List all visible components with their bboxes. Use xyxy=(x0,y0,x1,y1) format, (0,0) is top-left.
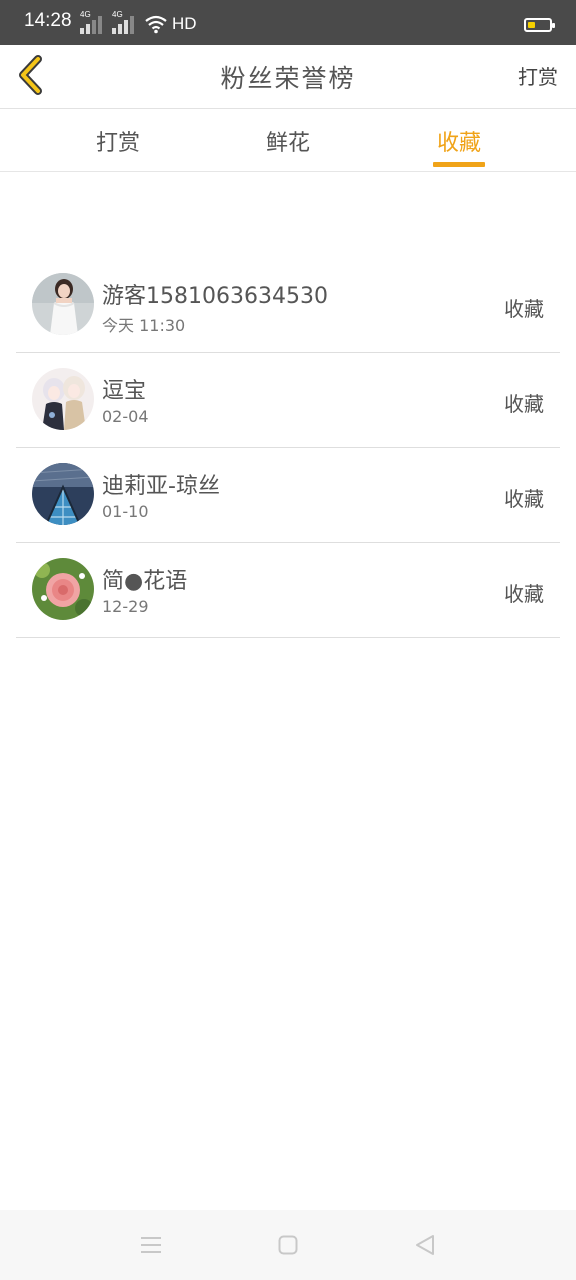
status-time: 14:28 xyxy=(24,10,72,31)
avatar-woman-white-dress-icon xyxy=(32,273,94,335)
fan-action: 收藏 xyxy=(504,582,544,606)
wifi-icon xyxy=(145,15,167,34)
active-tab-indicator xyxy=(433,162,485,167)
home-icon[interactable] xyxy=(278,1235,298,1255)
signal-icon: 4G xyxy=(112,10,136,34)
status-icons: 4G 4G HD xyxy=(80,10,197,34)
back-triangle-icon[interactable] xyxy=(414,1234,436,1256)
list-item[interactable]: 简●花语 12-29 收藏 xyxy=(16,543,560,638)
fan-action: 收藏 xyxy=(504,392,544,416)
hd-indicator: HD xyxy=(172,14,197,33)
avatar-pink-flower-icon xyxy=(32,558,94,620)
fan-name: 迪莉亚-琼丝 xyxy=(102,474,220,499)
fan-action: 收藏 xyxy=(504,487,544,511)
list-item[interactable]: 逗宝 02-04 收藏 xyxy=(16,353,560,448)
signal-icon: 4G xyxy=(80,10,104,34)
avatar[interactable] xyxy=(32,273,94,335)
battery-icon xyxy=(524,18,555,32)
fan-name: 逗宝 xyxy=(102,379,147,404)
tab-bar: 打赏 鲜花 收藏 xyxy=(0,109,576,172)
fan-date: 今天 11:30 xyxy=(102,316,186,335)
avatar[interactable] xyxy=(32,463,94,525)
tip-button[interactable]: 打赏 xyxy=(518,61,558,90)
fan-list: 游客1581063634530 今天 11:30 收藏 逗宝 02-04 收藏 xyxy=(16,258,560,638)
list-item[interactable]: 游客1581063634530 今天 11:30 收藏 xyxy=(16,258,560,353)
fan-date: 12-29 xyxy=(102,597,149,616)
status-bar: 14:28 4G 4G HD xyxy=(0,0,576,45)
tab-flowers[interactable]: 鲜花 xyxy=(238,125,338,157)
fan-action: 收藏 xyxy=(504,297,544,321)
avatar[interactable] xyxy=(32,368,94,430)
tab-favorites[interactable]: 收藏 xyxy=(409,125,509,157)
tab-tip[interactable]: 打赏 xyxy=(68,125,168,157)
list-item[interactable]: 迪莉亚-琼丝 01-10 收藏 xyxy=(16,448,560,543)
network-type-label: 4G xyxy=(112,10,123,19)
app-header: 粉丝荣誉榜 打赏 xyxy=(0,45,576,109)
fan-date: 02-04 xyxy=(102,407,149,426)
fan-date: 01-10 xyxy=(102,502,149,521)
menu-icon[interactable] xyxy=(140,1235,162,1255)
fan-name: 简●花语 xyxy=(102,569,188,594)
avatar-anime-couple-icon xyxy=(32,368,94,430)
avatar[interactable] xyxy=(32,558,94,620)
fan-name: 游客1581063634530 xyxy=(102,284,328,309)
avatar-glass-building-icon xyxy=(32,463,94,525)
network-type-label: 4G xyxy=(80,10,91,19)
system-nav-bar xyxy=(0,1210,576,1280)
battery-level xyxy=(528,22,535,28)
page-title: 粉丝荣誉榜 xyxy=(220,64,356,93)
